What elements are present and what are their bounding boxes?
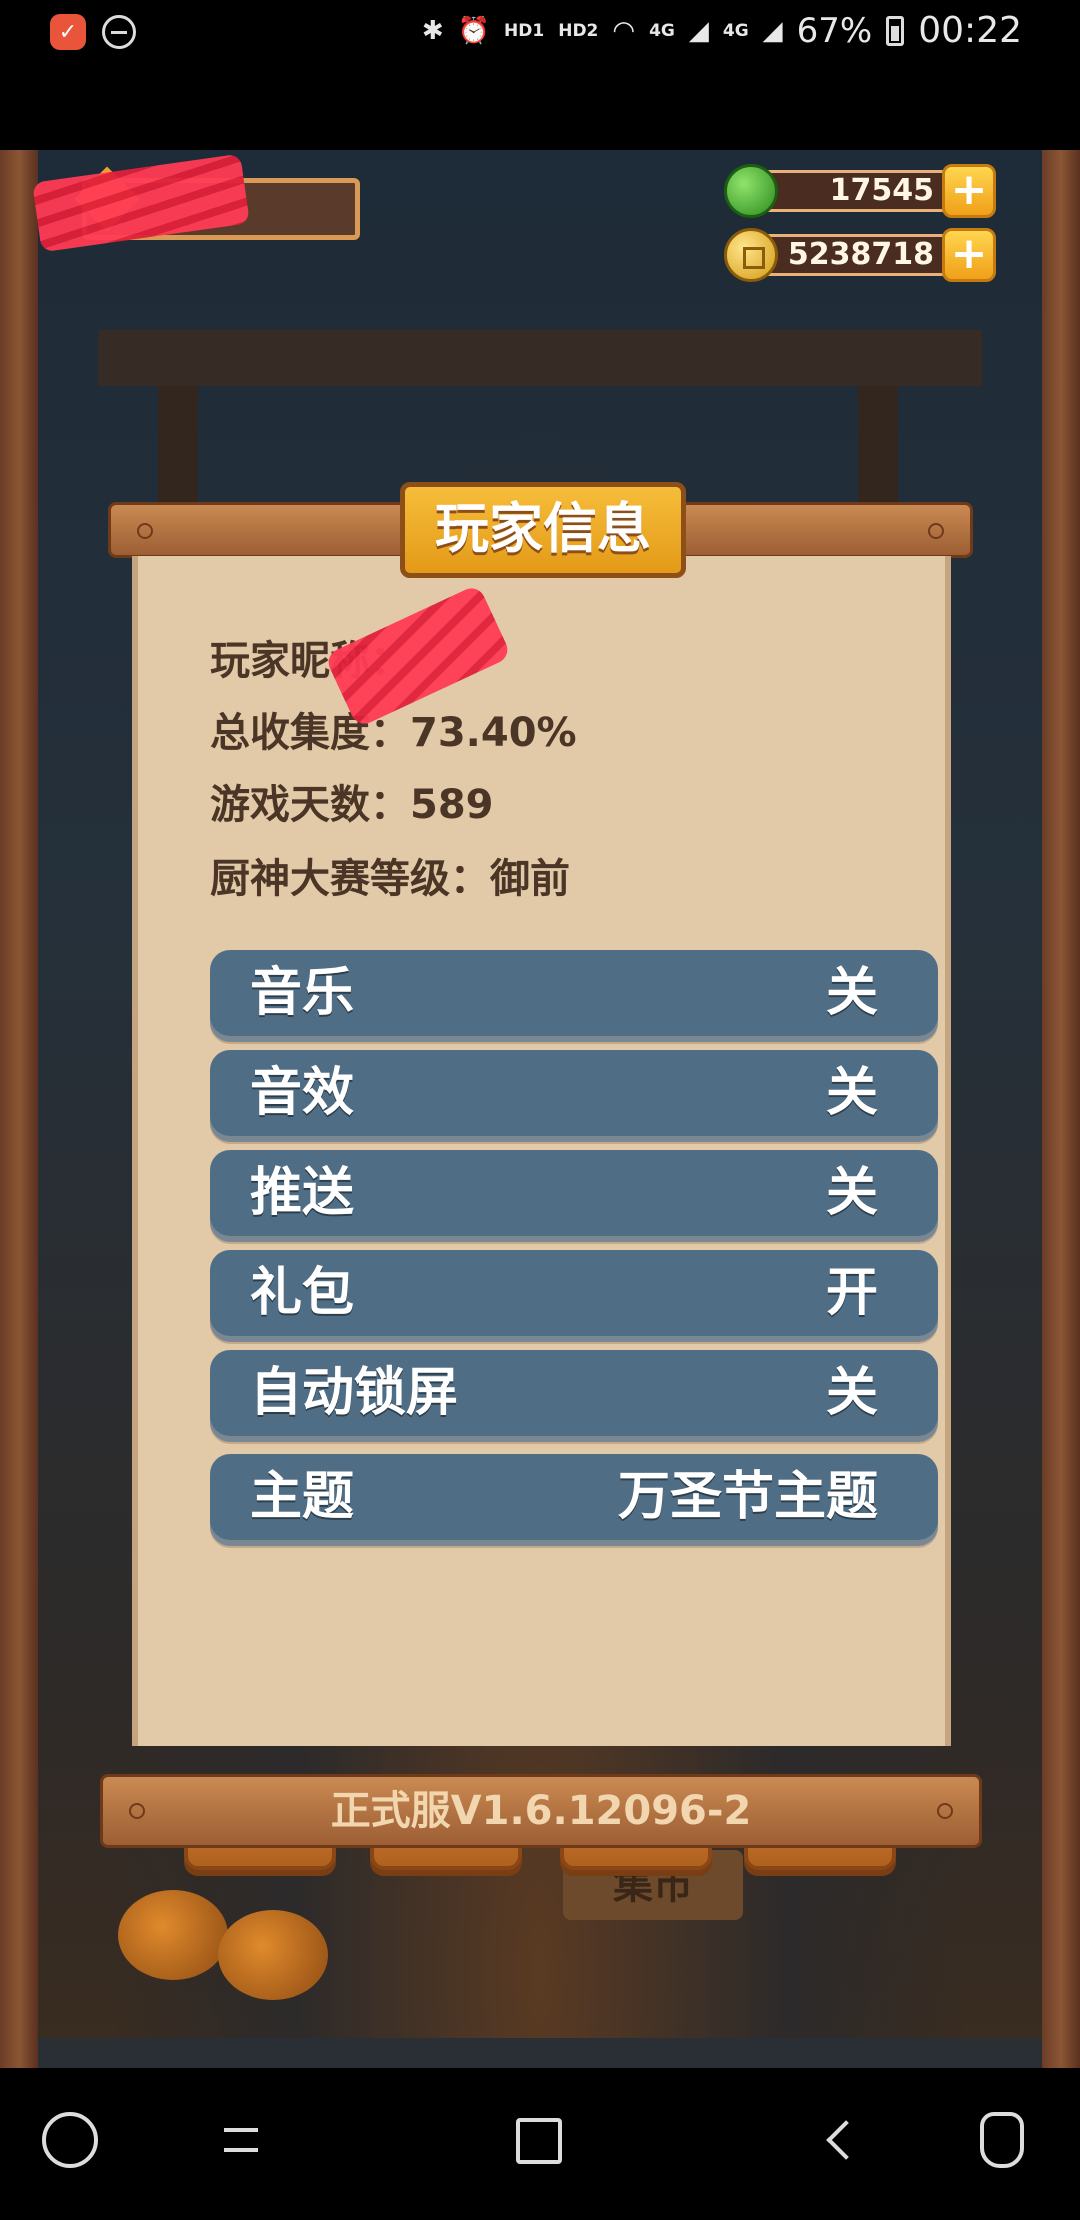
bluetooth-icon: ✱: [421, 15, 444, 46]
gem-value: 17545: [829, 173, 934, 208]
setting-value[interactable]: 关: [826, 950, 878, 1036]
hd1-indicator: HD1: [504, 20, 545, 41]
do-not-disturb-icon: [102, 15, 136, 49]
setting-label: 推送: [250, 1163, 355, 1223]
recents-icon[interactable]: [218, 2112, 274, 2168]
player-info-dialog: 玩家昵称： 总收集度：73.40% 游戏天数：589 厨神大赛等级：御前 音乐 …: [108, 482, 973, 1870]
right-wall: [1042, 150, 1080, 2068]
touch-lock-icon[interactable]: [980, 2112, 1024, 2168]
notification-app-icon: ✓: [50, 14, 86, 50]
pumpkin-decoration: [118, 1890, 228, 1980]
signal-1-icon: ◢: [688, 15, 709, 46]
setting-music[interactable]: 音乐 关: [210, 950, 938, 1036]
setting-label: 音效: [250, 1063, 355, 1123]
wifi-icon: ◠: [612, 15, 636, 46]
coin-value: 5238718: [787, 237, 934, 272]
setting-label: 主题: [250, 1467, 355, 1527]
rail-rivet-icon: [928, 523, 944, 539]
setting-label: 礼包: [250, 1263, 355, 1323]
background-beam: [98, 330, 982, 386]
setting-value[interactable]: 关: [826, 1050, 878, 1136]
game-tools-icon[interactable]: [42, 2112, 98, 2168]
signal-1-indicator: 4G: [649, 20, 675, 41]
rail-rivet-icon: [137, 523, 153, 539]
home-icon[interactable]: [516, 2118, 562, 2164]
rail-rivet-icon: [129, 1803, 145, 1819]
pumpkin-decoration: [218, 1910, 328, 2000]
add-gems-button[interactable]: +: [942, 164, 996, 218]
battery-percent: 67%: [796, 10, 873, 51]
setting-sound-effects[interactable]: 音效 关: [210, 1050, 938, 1136]
setting-push[interactable]: 推送 关: [210, 1150, 938, 1236]
add-coins-button[interactable]: +: [942, 228, 996, 282]
navigation-bar: [0, 2068, 1080, 2220]
signal-2-indicator: 4G: [722, 20, 749, 41]
dialog-paper: 玩家昵称： 总收集度：73.40% 游戏天数：589 厨神大赛等级：御前 音乐 …: [132, 556, 951, 1746]
setting-gift-pack[interactable]: 礼包 开: [210, 1250, 938, 1336]
version-text: 正式服V1.6.12096-2: [330, 1788, 752, 1834]
battery-icon: [886, 15, 905, 46]
clock: 00:22: [918, 10, 1022, 51]
days-text: 游戏天数：589: [210, 782, 494, 828]
setting-value[interactable]: 开: [826, 1250, 878, 1336]
chef-level-text: 厨神大赛等级：御前: [210, 856, 570, 902]
coin-counter: 5238718 +: [724, 228, 996, 282]
alarm-icon: ⏰: [457, 15, 491, 46]
setting-value[interactable]: 万圣节主题: [618, 1454, 878, 1540]
setting-value[interactable]: 关: [826, 1350, 878, 1436]
signal-2-icon: ◢: [762, 15, 783, 46]
bottom-strip: [38, 2038, 1042, 2068]
status-bar: ✓ ✱ ⏰ HD1 HD2 ◠ 4G ◢ 4G ◢ 67% 00:22: [0, 0, 1080, 64]
left-wall: [0, 150, 38, 2068]
rail-rivet-icon: [937, 1803, 953, 1819]
back-icon[interactable]: [822, 2112, 878, 2168]
coin-icon: [724, 228, 778, 282]
version-rail: 正式服V1.6.12096-2: [100, 1774, 982, 1848]
dialog-title: 玩家信息: [400, 482, 686, 578]
setting-label: 自动锁屏: [250, 1363, 459, 1423]
setting-value[interactable]: 关: [826, 1150, 878, 1236]
setting-auto-lock[interactable]: 自动锁屏 关: [210, 1350, 938, 1436]
gem-icon: [724, 164, 778, 218]
setting-label: 音乐: [250, 963, 355, 1023]
gem-counter: 17545 +: [724, 164, 996, 218]
setting-theme[interactable]: 主题 万圣节主题: [210, 1454, 938, 1540]
hd2-indicator: HD2: [558, 20, 599, 41]
